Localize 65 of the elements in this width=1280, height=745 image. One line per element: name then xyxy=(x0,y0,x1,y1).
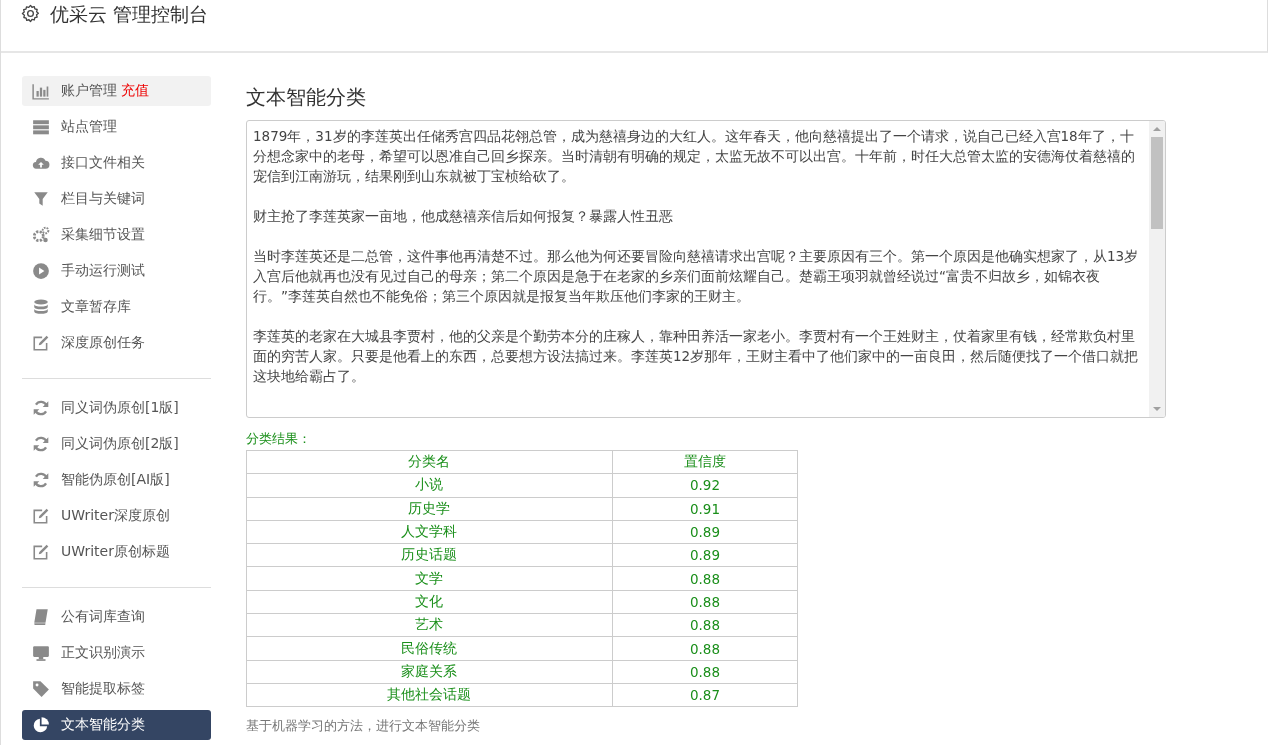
table-cell: 人文学科 xyxy=(246,520,613,544)
table-cell: 历史话题 xyxy=(246,543,613,567)
sidebar-item[interactable]: 同义词伪原创[2版] xyxy=(22,429,211,459)
monitor-icon xyxy=(32,644,50,662)
tag-icon xyxy=(32,680,50,698)
paragraph: 财主抢了李莲英家一亩地，他成慈禧亲信后如何报复？暴露人性丑恶 xyxy=(253,207,674,226)
sidebar-item[interactable]: 账户管理 充值 xyxy=(22,76,211,106)
paragraph: 1879年，31岁的李莲英出任储秀宫四品花翎总管，成为慈禧身边的大红人。这年春天，他向慈禧提出了一个请求，说自己已经入宫18年了，十分想念家中的老母，希望可以恩准自己回乡探亲。当时清朝有明确的规定，太监无故不可以出宫。十年前，时任大总管太监的安德海仗着慈禧的宠信到江南游玩，结果刚到山东就被丁宝桢给砍了。 xyxy=(253,127,1136,186)
table-cell: 0.89 xyxy=(612,543,798,567)
sidebar-item[interactable]: UWriter原创标题 xyxy=(22,537,211,567)
book-icon xyxy=(32,608,50,626)
result-label: 分类结果： xyxy=(246,430,312,448)
play-icon xyxy=(32,262,50,280)
text-area[interactable] xyxy=(246,120,1166,418)
sidebar-item[interactable]: 站点管理 xyxy=(22,112,211,142)
table-cell: 小说 xyxy=(246,473,613,498)
pie-chart-icon xyxy=(32,716,50,734)
sidebar-item[interactable]: 智能伪原创[AI版] xyxy=(22,465,211,495)
table-cell: 艺术 xyxy=(246,613,613,637)
edit-icon xyxy=(32,543,50,561)
column-header: 分类名 xyxy=(246,450,613,474)
sidebar-item[interactable]: 采集细节设置 xyxy=(22,220,211,250)
table-cell: 0.88 xyxy=(612,567,798,591)
scrollbar[interactable] xyxy=(1149,121,1165,417)
edit-icon xyxy=(32,334,50,352)
sidebar-item[interactable]: 栏目与关键词 xyxy=(22,184,211,214)
column-header: 置信度 xyxy=(612,450,798,474)
refresh-icon xyxy=(32,471,50,489)
bar-chart-icon xyxy=(32,82,50,100)
sidebar-item[interactable]: 正文识别演示 xyxy=(22,638,211,668)
table-cell: 0.88 xyxy=(612,636,798,661)
sidebar-item[interactable]: 同义词伪原创[1版] xyxy=(22,393,211,423)
table-cell: 0.87 xyxy=(612,683,798,707)
server-icon xyxy=(32,118,50,136)
sidebar-item[interactable]: UWriter深度原创 xyxy=(22,501,211,531)
sidebar-item[interactable]: 深度原创任务 xyxy=(22,328,211,358)
footnote: 基于机器学习的方法，进行文本智能分类 xyxy=(246,717,481,736)
table-cell: 家庭关系 xyxy=(246,660,613,684)
table-cell: 0.92 xyxy=(612,473,798,498)
table-cell: 民俗传统 xyxy=(246,636,613,661)
sidebar-item[interactable]: 文章暂存库 xyxy=(22,292,211,322)
settings-icon xyxy=(21,4,40,23)
app-title: 优采云 管理控制台 xyxy=(50,2,209,26)
sidebar-item[interactable]: 手动运行测试 xyxy=(22,256,211,286)
table-cell: 文化 xyxy=(246,590,613,614)
paragraph: 李莲英的老家在大城县李贾村，他的父亲是个勤劳本分的庄稼人，靠种田养活一家老小。李贾村有一个王姓财主，仗着家里有钱，经常欺负村里面的穷苦人家。只要是他看上的东西，总要想方设法搞过来。李莲英12岁那年，王财主看中了他们家中的一亩良田，然后随便找了一个借口就把这块地给霸占了。 xyxy=(253,327,1140,386)
table-cell: 0.89 xyxy=(612,520,798,544)
page-title: 文本智能分类 xyxy=(246,84,367,110)
edit-icon xyxy=(32,507,50,525)
sidebar-item[interactable]: 智能提取标签 xyxy=(22,674,211,704)
table-cell: 0.91 xyxy=(612,497,798,521)
table-cell: 历史学 xyxy=(246,497,613,521)
filter-icon xyxy=(32,190,50,208)
sidebar-item[interactable]: 公有词库查询 xyxy=(22,602,211,632)
refresh-icon xyxy=(32,435,50,453)
table-cell: 0.88 xyxy=(612,660,798,684)
table-cell: 文学 xyxy=(246,567,613,591)
paragraph: 当时李莲英还是二总管，这件事他再清楚不过。那么他为何还要冒险向慈禧请求出宫呢？主要原因有三个。第一个原因是他确实想家了，从13岁入宫后他就再也没有见过自己的母亲；第二个原因是急于在老家的乡亲们面前炫耀自己。楚霸王项羽就曾经说过“富贵不归故乡，如锦衣夜行。”李莲英自然也不能免俗；第三个原因就是报复当年欺压他们李家的王财主。 xyxy=(253,247,1140,306)
refresh-icon xyxy=(32,399,50,417)
table-cell: 0.88 xyxy=(612,613,798,637)
sidebar-item[interactable]: 接口文件相关 xyxy=(22,148,211,178)
database-icon xyxy=(32,298,50,316)
sidebar-item[interactable]: 文本智能分类 xyxy=(22,710,211,740)
table-cell: 0.88 xyxy=(612,590,798,614)
table-cell: 其他社会话题 xyxy=(246,683,613,707)
